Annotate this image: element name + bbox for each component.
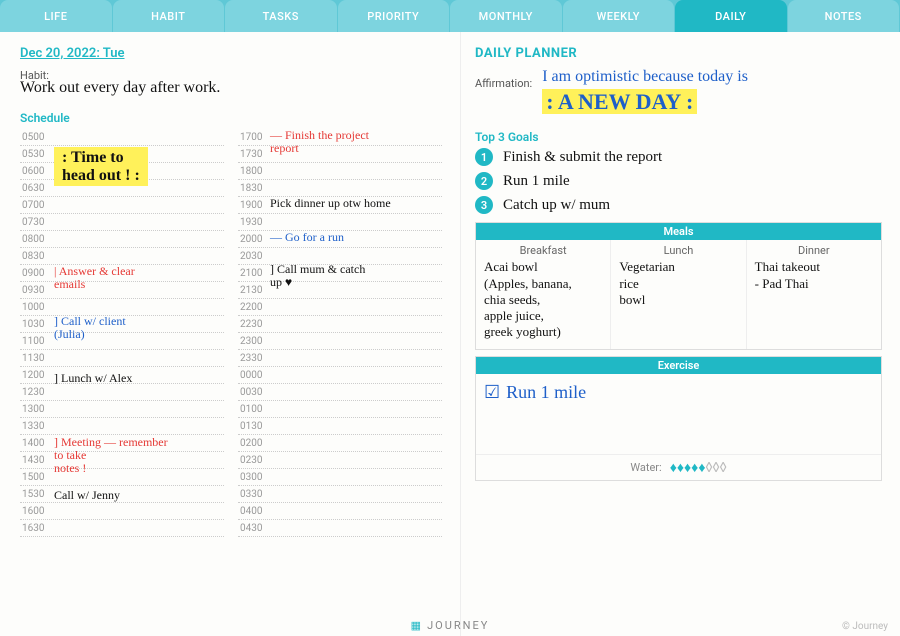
schedule-label: Schedule (20, 111, 442, 125)
exercise-text[interactable]: ☑Run 1 mile (476, 374, 881, 454)
time-slot[interactable]: 0300 (238, 469, 442, 486)
time-slot[interactable]: 0800 (20, 231, 224, 248)
time-slot[interactable]: 0330 (238, 486, 442, 503)
meal-breakfast[interactable]: BreakfastAcai bowl (Apples, banana, chia… (476, 240, 611, 348)
water-drop-icon[interactable]: ◊ (705, 460, 712, 476)
tab-priority[interactable]: PRIORITY (338, 0, 450, 32)
time-slot[interactable]: 0500 (20, 129, 224, 146)
time-slot[interactable]: 1630 (20, 520, 224, 537)
emails-note: | Answer & clear emails (54, 265, 135, 291)
time-slot[interactable]: 0830 (20, 248, 224, 265)
water-drop-icon[interactable]: ♦ (670, 460, 677, 476)
time-slot[interactable]: 0400 (238, 503, 442, 520)
page: Dec 20, 2022: Tue Habit: Work out every … (0, 32, 900, 636)
time-slot[interactable]: 1830 (238, 180, 442, 197)
left-column: Dec 20, 2022: Tue Habit: Work out every … (0, 32, 460, 636)
time-slot[interactable]: 2200 (238, 299, 442, 316)
time-slot[interactable]: 0030 (238, 384, 442, 401)
meals-label: Meals (476, 223, 881, 240)
schedule: 0500053006000630070007300800083009000930… (20, 129, 442, 537)
goals-label: Top 3 Goals (475, 130, 882, 144)
checkbox-icon: ☑ (484, 382, 500, 403)
lunch-note: ] Lunch w/ Alex (54, 372, 132, 385)
goal-2[interactable]: 2Run 1 mile (475, 172, 882, 190)
tab-daily[interactable]: DAILY (675, 0, 787, 32)
jenny-note: Call w/ Jenny (54, 489, 120, 502)
date[interactable]: Dec 20, 2022: Tue (20, 46, 442, 61)
tab-life[interactable]: LIFE (0, 0, 112, 32)
tab-monthly[interactable]: MONTHLY (450, 0, 562, 32)
time-slot[interactable]: 1530 (20, 486, 224, 503)
time-slot[interactable]: 1300 (20, 401, 224, 418)
meals: Meals BreakfastAcai bowl (Apples, banana… (475, 222, 882, 349)
habit-text[interactable]: Work out every day after work. (20, 79, 442, 97)
tab-notes[interactable]: NOTES (788, 0, 900, 32)
time-slot[interactable]: 0430 (238, 520, 442, 537)
tab-bar: LIFE HABIT TASKS PRIORITY MONTHLY WEEKLY… (0, 0, 900, 32)
tab-tasks[interactable]: TASKS (225, 0, 337, 32)
exercise: Exercise ☑Run 1 mile Water: ♦♦♦♦♦◊◊◊ (475, 356, 882, 481)
time-slot[interactable]: 0700 (20, 197, 224, 214)
affirmation[interactable]: I am optimistic because today is : A NEW… (542, 67, 748, 116)
schedule-col-2: 1700173018001830190019302000203021002130… (238, 129, 442, 537)
footer-brand: ▦JOURNEY (411, 619, 490, 632)
time-slot[interactable]: 0100 (238, 401, 442, 418)
time-slot[interactable]: 1130 (20, 350, 224, 367)
water-drop-icon[interactable]: ◊ (713, 460, 720, 476)
dinner-note: Pick dinner up otw home (270, 197, 391, 210)
time-slot[interactable]: 1600 (20, 503, 224, 520)
tab-weekly[interactable]: WEEKLY (563, 0, 675, 32)
time-slot[interactable]: 0730 (20, 214, 224, 231)
exercise-label: Exercise (476, 357, 881, 374)
credit: © Journey (842, 621, 888, 632)
goals: 1Finish & submit the report 2Run 1 mile … (475, 148, 882, 214)
right-column: DAILY PLANNER Affirmation: I am optimist… (460, 32, 900, 636)
time-slot[interactable]: 0200 (238, 435, 442, 452)
client-note: ] Call w/ client (Julia) (54, 315, 126, 341)
water-drop-icon[interactable]: ♦ (677, 460, 684, 476)
time-slot[interactable]: 2300 (238, 333, 442, 350)
notebook-icon: ▦ (411, 619, 423, 632)
mum-note: ] Call mum & catch up ♥ (270, 263, 365, 289)
time-slot[interactable]: 1230 (20, 384, 224, 401)
meal-lunch[interactable]: LunchVegetarian rice bowl (611, 240, 746, 348)
time-slot[interactable]: 2330 (238, 350, 442, 367)
time-slot[interactable]: 1800 (238, 163, 442, 180)
planner-title: DAILY PLANNER (475, 46, 882, 61)
goal-1[interactable]: 1Finish & submit the report (475, 148, 882, 166)
meeting-note: ] Meeting — remember to take notes ! (54, 436, 168, 476)
water-tracker[interactable]: Water: ♦♦♦♦♦◊◊◊ (476, 454, 881, 480)
run-note: — Go for a run (270, 231, 344, 244)
tab-habit[interactable]: HABIT (113, 0, 225, 32)
time-slot[interactable]: 0130 (238, 418, 442, 435)
time-slot[interactable]: 1330 (20, 418, 224, 435)
affirm-label: Affirmation: (475, 77, 532, 90)
meal-dinner[interactable]: DinnerThai takeout - Pad Thai (747, 240, 881, 348)
time-slot[interactable]: 2230 (238, 316, 442, 333)
time-slot[interactable]: 1930 (238, 214, 442, 231)
time-slot[interactable]: 0000 (238, 367, 442, 384)
project-note: — Finish the project report (270, 129, 369, 155)
headout-note: : Time to head out ! : (54, 147, 148, 186)
time-slot[interactable]: 0230 (238, 452, 442, 469)
water-drop-icon[interactable]: ◊ (720, 460, 727, 476)
goal-3[interactable]: 3Catch up w/ mum (475, 196, 882, 214)
water-label: Water: (630, 461, 661, 474)
